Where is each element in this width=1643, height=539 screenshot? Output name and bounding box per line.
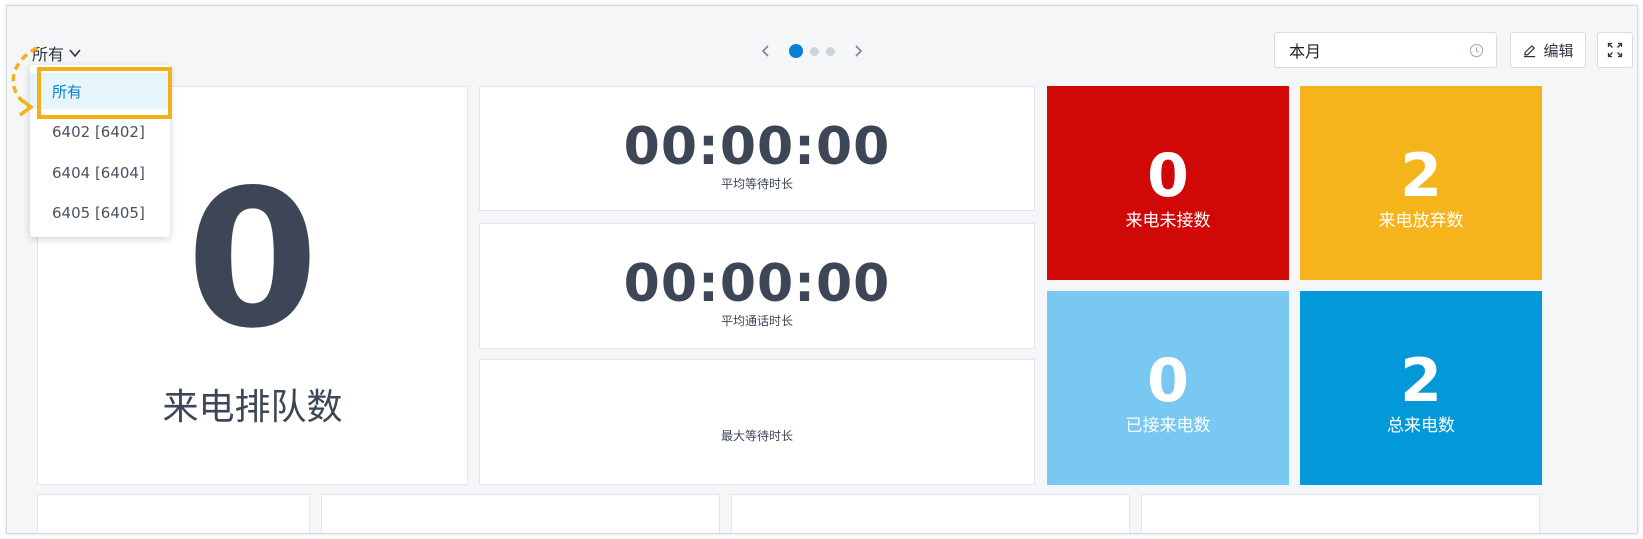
max-wait-label: 最大等待时长 — [720, 429, 793, 443]
avg-wait-card: 00:00:00 平均等待时长 — [479, 86, 1035, 211]
carousel-dot-2[interactable] — [810, 46, 819, 56]
avg-wait-label: 平均等待时长 — [720, 177, 793, 191]
total-calls-label: 总来电数 — [1387, 416, 1455, 436]
bottom-card-1 — [37, 494, 310, 533]
bottom-card-3 — [731, 494, 1130, 533]
avg-talk-label: 平均通话时长 — [720, 314, 793, 328]
chevron-right-icon[interactable] — [851, 44, 865, 58]
bottom-card-4 — [1141, 494, 1540, 533]
date-range-picker[interactable]: 本月 — [1274, 32, 1497, 68]
dropdown-item-all[interactable]: 所有 — [30, 73, 170, 109]
missed-calls-tile: 0 来电未接数 — [1047, 86, 1289, 280]
carousel-dots — [789, 44, 835, 58]
abandoned-calls-value: 2 — [1400, 141, 1442, 211]
scope-dropdown-menu: 所有 6402 [6402] 6404 [6404] 6405 [6405] — [30, 65, 170, 237]
date-range-value: 本月 — [1289, 42, 1322, 61]
missed-calls-value: 0 — [1147, 141, 1189, 211]
total-calls-value: 2 — [1400, 346, 1442, 416]
chevron-down-icon — [69, 49, 81, 58]
max-wait-card: 最大等待时长 — [479, 359, 1035, 485]
queue-count-label: 来电排队数 — [162, 387, 343, 428]
pencil-icon — [1524, 44, 1536, 57]
carousel-dot-3[interactable] — [826, 46, 835, 56]
bottom-card-2 — [321, 494, 720, 533]
page-carousel — [759, 44, 865, 58]
fullscreen-button[interactable] — [1597, 32, 1633, 68]
carousel-dot-1[interactable] — [789, 44, 803, 58]
dropdown-item-6402[interactable]: 6402 [6402] — [30, 114, 170, 150]
chevron-left-icon[interactable] — [759, 44, 773, 58]
avg-talk-value: 00:00:00 — [623, 254, 891, 314]
dashboard-frame: 所有 本月 编辑 0 来电排队数 00:00:00 平均等待时长 00:00:0… — [6, 5, 1638, 534]
dropdown-item-6404[interactable]: 6404 [6404] — [30, 155, 170, 191]
abandoned-calls-label: 来电放弃数 — [1378, 211, 1464, 231]
dropdown-item-6405[interactable]: 6405 [6405] — [30, 195, 170, 231]
avg-talk-card: 00:00:00 平均通话时长 — [479, 223, 1035, 349]
answered-calls-tile: 0 已接来电数 — [1047, 291, 1289, 485]
edit-button-label: 编辑 — [1543, 41, 1574, 60]
missed-calls-label: 来电未接数 — [1125, 211, 1211, 231]
avg-wait-value: 00:00:00 — [623, 117, 891, 177]
clock-icon — [1469, 43, 1484, 57]
dashed-arrow-icon — [11, 46, 38, 117]
answered-calls-value: 0 — [1147, 346, 1189, 416]
edit-button[interactable]: 编辑 — [1510, 32, 1586, 68]
answered-calls-label: 已接来电数 — [1125, 416, 1211, 436]
abandoned-calls-tile: 2 来电放弃数 — [1300, 86, 1542, 280]
total-calls-tile: 2 总来电数 — [1300, 291, 1542, 485]
fullscreen-icon — [1607, 42, 1623, 58]
